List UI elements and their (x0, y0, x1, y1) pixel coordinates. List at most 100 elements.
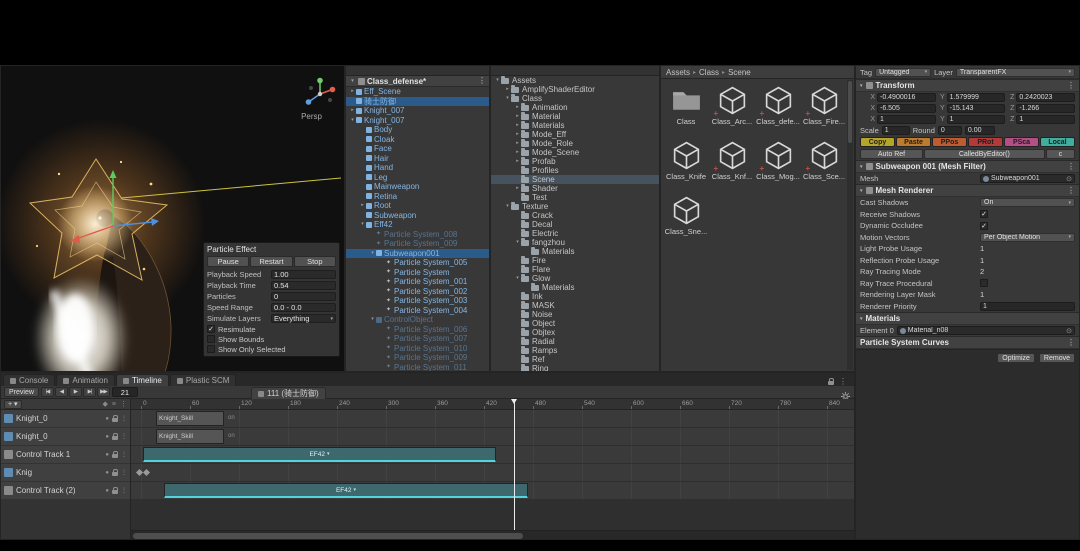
hierarchy-item[interactable]: Retina (346, 192, 489, 202)
asset-item[interactable]: Class_Knife (664, 139, 708, 191)
track-header[interactable]: Control Track (2)●⋮ (1, 482, 130, 499)
keyframe-marker[interactable] (143, 469, 150, 476)
project-folder[interactable]: ▾Glow (491, 274, 659, 283)
timeline-ruler[interactable]: 0601201802403003604204805406006607207808… (131, 399, 854, 410)
mesh-renderer-header[interactable]: ▾ Mesh Renderer ⋮ (856, 184, 1079, 197)
kebab-icon[interactable]: ⋮ (121, 451, 127, 458)
project-folder[interactable]: ▸Profab (491, 157, 659, 166)
transform-extra-button[interactable]: c (1046, 149, 1075, 159)
expand-arrow[interactable]: ▸ (514, 130, 521, 139)
hierarchy-item[interactable]: ✦Particle System_001 (346, 277, 489, 287)
kebab-icon[interactable]: ⋮ (121, 433, 127, 440)
property-dropdown[interactable]: Per Object Motion▾ (980, 233, 1075, 242)
hierarchy-item[interactable]: ▾Subweapon001 (346, 249, 489, 259)
expand-arrow[interactable]: ▾ (349, 78, 356, 84)
timeline-clip[interactable]: EF42▾ (164, 483, 528, 498)
materials-header[interactable]: ▾ Materials (856, 312, 1079, 325)
hierarchy-item[interactable]: ✦Particle System_009 (346, 239, 489, 249)
remove-button[interactable]: Remove (1039, 353, 1075, 363)
timeline-clip[interactable]: Knight_Skill (156, 429, 224, 444)
hierarchy-item[interactable]: ✦Particle System_002 (346, 287, 489, 297)
round-precision-field[interactable]: 0.00 (965, 126, 995, 135)
property-field[interactable]: 1 (980, 302, 1075, 311)
project-folder[interactable]: Fire (491, 256, 659, 265)
project-folder[interactable]: ▸Materials (491, 121, 659, 130)
timeline-clip[interactable]: Knight_Skill (156, 411, 224, 426)
project-folder[interactable]: ▸Mode_Eff (491, 130, 659, 139)
playhead[interactable] (514, 399, 515, 530)
asset-item[interactable]: +Class_Arc... (710, 84, 754, 136)
track-lane[interactable] (131, 464, 854, 481)
breadcrumb-assets[interactable]: Assets (666, 68, 690, 77)
project-folder[interactable]: Ref (491, 355, 659, 364)
particle-restart-button[interactable]: Restart (250, 256, 292, 267)
transform-x-field[interactable]: -0.4900016 (877, 93, 936, 102)
hierarchy-item[interactable]: ▾ControlObject (346, 315, 489, 325)
object-picker-icon[interactable]: ⊙ (1066, 175, 1072, 183)
project-folder[interactable]: Electric (491, 229, 659, 238)
expand-arrow[interactable]: ▾ (359, 220, 366, 230)
preview-button[interactable]: Preview (4, 387, 39, 397)
expand-arrow[interactable]: ▸ (349, 106, 356, 116)
scene-header-row[interactable]: ▾ Class_defense* ⋮ (346, 76, 489, 87)
track-header[interactable]: Knight_0●⋮ (1, 410, 130, 427)
previous-frame-button[interactable]: ◀ (55, 387, 68, 397)
transform-paste-button[interactable]: Paste (896, 137, 931, 147)
add-track-button[interactable]: + ▾ (4, 400, 22, 409)
horizontal-scrollbar[interactable] (131, 530, 854, 539)
mesh-filter-header[interactable]: ▾ Subweapon 001 (Mesh Filter) ⋮ (856, 160, 1079, 173)
property-checkbox[interactable]: ✓ (980, 210, 988, 218)
optimize-button[interactable]: Optimize (997, 353, 1035, 363)
asset-item[interactable]: +Class_Knf... (710, 139, 754, 191)
transform-ppos-button[interactable]: PPos (932, 137, 967, 147)
lock-icon[interactable] (112, 454, 118, 458)
go-to-start-button[interactable]: |◀ (41, 387, 54, 397)
hierarchy-item[interactable]: Face (346, 144, 489, 154)
kebab-icon[interactable]: ⋮ (1067, 82, 1075, 90)
field-value[interactable]: 1.00 (271, 270, 336, 279)
field-value[interactable]: 0 (271, 292, 336, 301)
mute-dot-icon[interactable]: ● (105, 416, 109, 422)
kebab-icon[interactable]: ⋮ (121, 469, 127, 476)
hierarchy-item[interactable]: ✦Particle System_009 (346, 353, 489, 363)
mute-dot-icon[interactable]: ● (105, 470, 109, 476)
project-folder[interactable]: Materials (491, 247, 659, 256)
hierarchy-item[interactable]: ✦Particle System_010 (346, 344, 489, 354)
tag-dropdown[interactable]: Untagged▾ (875, 68, 931, 77)
particle-pause-button[interactable]: Pause (207, 256, 249, 267)
checkbox[interactable] (207, 345, 215, 353)
expand-arrow[interactable]: ▾ (494, 76, 501, 85)
project-folder[interactable]: Ink (491, 292, 659, 301)
scene-view[interactable]: Persp Particle Effect PauseRestartStop P… (0, 65, 345, 372)
asset-item[interactable]: +Class_Mog... (756, 139, 800, 191)
project-folder[interactable]: MASK (491, 301, 659, 310)
transform-z-field[interactable]: -1.266 (1016, 104, 1075, 113)
tab-timeline[interactable]: Timeline (116, 374, 169, 386)
project-folder[interactable]: ▾fangzhou (491, 238, 659, 247)
checkbox[interactable] (207, 335, 215, 343)
property-checkbox[interactable] (980, 279, 988, 287)
project-folder[interactable]: Objtex (491, 328, 659, 337)
expand-arrow[interactable]: ▾ (514, 238, 521, 247)
lock-icon[interactable] (828, 381, 834, 385)
kebab-icon[interactable]: ⋮ (120, 400, 127, 408)
asset-item[interactable]: Class (664, 84, 708, 136)
breadcrumb-scene[interactable]: Scene (728, 68, 751, 77)
expand-arrow[interactable]: ▸ (514, 148, 521, 157)
expand-arrow[interactable]: ▸ (514, 184, 521, 193)
expand-arrow[interactable]: ▾ (369, 249, 376, 259)
scene-orientation-gizmo[interactable] (302, 76, 338, 112)
transform-y-field[interactable]: 1 (947, 115, 1006, 124)
expand-arrow[interactable]: ▸ (514, 112, 521, 121)
hierarchy-item[interactable]: ▸Knight_007 (346, 106, 489, 116)
tab-console[interactable]: Console (3, 374, 55, 386)
scale-field[interactable]: 1 (882, 126, 910, 135)
project-folder[interactable]: Noise (491, 310, 659, 319)
foldout-arrow[interactable]: ▾ (860, 316, 863, 322)
asset-item[interactable]: +Class_defe... (756, 84, 800, 136)
field-value[interactable]: Everything▾ (271, 314, 336, 323)
transform-extra-button[interactable]: Auto Ref (860, 149, 923, 159)
transform-z-field[interactable]: 1 (1016, 115, 1075, 124)
hierarchy-item[interactable]: ✦Particle System (346, 268, 489, 278)
hierarchy-item[interactable]: ✦Particle System_006 (346, 325, 489, 335)
